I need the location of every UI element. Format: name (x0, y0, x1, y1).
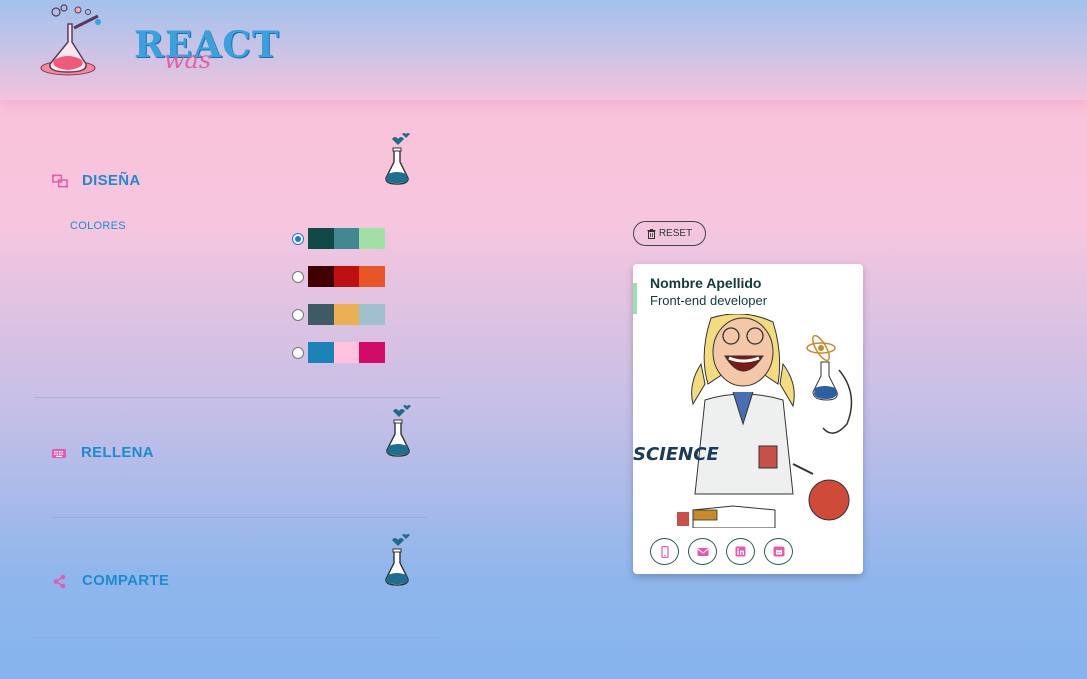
trash-icon (647, 228, 656, 239)
card-accent-bar (633, 283, 637, 316)
linkedin-button[interactable] (726, 538, 755, 565)
share-section-header[interactable]: COMPARTE (52, 572, 169, 589)
email-button[interactable] (688, 538, 717, 565)
color-swatch (359, 266, 385, 287)
colors-label: COLORES (70, 220, 126, 232)
palette-radio[interactable] (292, 232, 304, 245)
color-swatch (359, 342, 385, 363)
palette-radio[interactable] (292, 308, 304, 321)
design-section-title: DISEÑA (82, 172, 141, 189)
email-icon (697, 547, 708, 556)
section-divider (51, 517, 427, 518)
color-swatch (333, 266, 360, 287)
palette-option-4[interactable] (292, 342, 385, 363)
color-swatch (333, 304, 360, 325)
color-swatch (359, 304, 385, 325)
palette-option-3[interactable] (292, 304, 385, 325)
color-swatch (308, 342, 334, 363)
logo-flask-icon (40, 4, 101, 76)
object-ungroup-icon (52, 173, 68, 189)
color-swatch (308, 304, 334, 325)
flask-icon (383, 404, 417, 460)
palette-radio[interactable] (292, 346, 304, 359)
fill-section-title: RELLENA (81, 444, 154, 461)
header: REACT was (0, 0, 1087, 100)
github-icon (773, 546, 784, 557)
design-section-header[interactable]: DISEÑA (52, 172, 140, 189)
color-swatch (333, 228, 360, 249)
share-section-title: COMPARTE (82, 572, 170, 589)
logo[interactable]: REACT was (38, 2, 279, 80)
keyboard-icon (51, 445, 67, 461)
flask-icon (382, 132, 416, 188)
share-icon (52, 573, 68, 589)
reset-button[interactable]: RESET (633, 221, 706, 246)
github-button[interactable] (764, 538, 793, 565)
science-text: SCIENCE (633, 444, 719, 465)
color-swatch (359, 228, 385, 249)
palette-radio[interactable] (292, 270, 304, 283)
color-swatch (308, 228, 334, 249)
reset-label: RESET (658, 228, 693, 239)
social-links (650, 538, 793, 565)
palette-option-2[interactable] (292, 266, 385, 287)
card-name: Nombre Apellido (650, 275, 762, 291)
card-job: Front-end developer (650, 293, 768, 308)
linkedin-icon (735, 546, 746, 557)
palette-option-1[interactable] (292, 228, 385, 249)
scientist-illustration: SCIENCE (633, 314, 863, 528)
color-swatch (333, 342, 360, 363)
color-swatch (308, 266, 334, 287)
fill-section-header[interactable]: RELLENA (51, 444, 154, 461)
flask-icon (382, 533, 416, 589)
preview-card: Nombre Apellido Front-end developer SCIE… (633, 264, 863, 574)
section-divider (34, 637, 441, 638)
logo-subtext: was (164, 46, 212, 74)
phone-icon (660, 545, 669, 558)
section-divider (34, 397, 441, 398)
phone-button[interactable] (650, 538, 679, 565)
